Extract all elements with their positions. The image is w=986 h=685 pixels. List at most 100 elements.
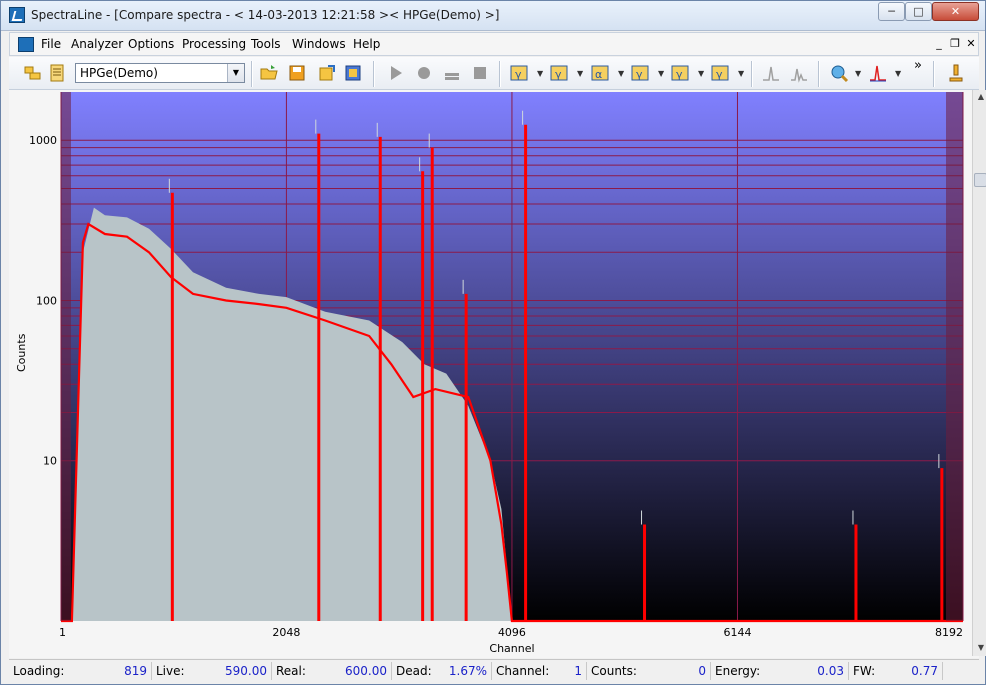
status-loading-value: 819 [124, 664, 147, 678]
menu-processing[interactable]: Processing [182, 37, 246, 51]
chevron-down-icon[interactable]: ▼ [618, 69, 624, 78]
chevron-down-icon[interactable]: ▼ [227, 64, 244, 82]
window-title: SpectraLine - [Compare spectra - < 14-03… [31, 8, 500, 22]
title-bar[interactable]: SpectraLine - [Compare spectra - < 14-03… [1, 1, 985, 31]
gamma-filter-icon[interactable]: γ [630, 63, 650, 83]
status-energy-value: 0.03 [817, 664, 844, 678]
analyzer-select-value: HPGe(Demo) [80, 66, 158, 80]
open-file-icon[interactable] [259, 63, 279, 83]
menu-help[interactable]: Help [353, 37, 380, 51]
svg-text:γ: γ [636, 68, 643, 81]
status-fw: FW: 0.77 [849, 662, 943, 680]
record-icon[interactable] [414, 63, 434, 83]
alpha-filter-icon[interactable]: α [590, 63, 610, 83]
toolbar-overflow[interactable]: » [914, 58, 922, 73]
mdi-restore-button[interactable]: ❐ [948, 37, 962, 51]
roi-left-shade [61, 92, 71, 621]
scroll-down-arrow-icon[interactable]: ▼ [975, 643, 986, 652]
menu-bar: File Analyzer Options Processing Tools W… [9, 32, 979, 56]
chevron-down-icon[interactable]: ▼ [855, 69, 861, 78]
toolbar-separator [251, 61, 253, 87]
play-icon[interactable] [386, 63, 406, 83]
toolbar-separator [751, 61, 753, 87]
svg-text:γ: γ [515, 68, 522, 81]
mdi-close-button[interactable]: ✕ [964, 37, 978, 51]
menu-options[interactable]: Options [128, 37, 174, 51]
scroll-up-arrow-icon[interactable]: ▲ [975, 92, 986, 101]
mdi-minimize-button[interactable]: _ [932, 37, 946, 51]
toolbar-separator [933, 61, 935, 87]
close-button[interactable]: ✕ [932, 2, 979, 21]
y-tick-labels: 10 100 1000 [29, 134, 57, 468]
toolbar-separator [499, 61, 501, 87]
spectrum-chart[interactable]: 1 2048 4096 6144 8192 10 100 1000 Channel [9, 90, 972, 658]
status-energy-label: Energy: [715, 664, 761, 678]
y-axis-label: Counts [15, 333, 28, 372]
chevron-down-icon[interactable]: ▼ [577, 69, 583, 78]
x-tick-2048: 2048 [272, 626, 300, 639]
report-icon[interactable] [343, 63, 363, 83]
spectraline-app-icon [9, 7, 25, 23]
toolbar: HPGe(Demo) ▼ γ ▼ γ ▼ α ▼ γ ▼ γ ▼ γ ▼ ▼ ▼… [9, 57, 979, 90]
status-channel-label: Channel: [496, 664, 550, 678]
status-live: Live: 590.00 [152, 662, 272, 680]
y-tick-10: 10 [43, 455, 57, 468]
chevron-down-icon[interactable]: ▼ [895, 69, 901, 78]
menu-file[interactable]: File [41, 37, 61, 51]
menu-tools[interactable]: Tools [251, 37, 281, 51]
document-icon[interactable] [18, 37, 34, 52]
spectrum-peak-icon[interactable] [868, 63, 888, 83]
status-fw-label: FW: [853, 664, 876, 678]
status-bar: Loading: 819 Live: 590.00 Real: 600.00 D… [9, 659, 979, 681]
gamma-filter-icon[interactable]: γ [509, 63, 529, 83]
svg-text:γ: γ [676, 68, 683, 81]
stop-icon[interactable] [470, 63, 490, 83]
gamma-filter-icon[interactable]: γ [549, 63, 569, 83]
open-folder-icon[interactable] [23, 63, 43, 83]
chevron-down-icon[interactable]: ▼ [658, 69, 664, 78]
app-window: SpectraLine - [Compare spectra - < 14-03… [0, 0, 986, 685]
maximize-button[interactable]: □ [905, 2, 932, 21]
status-loading-label: Loading: [13, 664, 65, 678]
status-real-label: Real: [276, 664, 306, 678]
search-nuclide-icon[interactable] [829, 63, 849, 83]
svg-text:γ: γ [716, 68, 723, 81]
minimize-button[interactable]: ─ [878, 2, 905, 21]
status-dead-label: Dead: [396, 664, 432, 678]
pause-icon[interactable] [442, 63, 462, 83]
scrollbar-thumb[interactable] [974, 173, 986, 187]
svg-text:α: α [595, 68, 602, 81]
x-tick-6144: 6144 [723, 626, 751, 639]
status-live-value: 590.00 [225, 664, 267, 678]
status-dead-value: 1.67% [448, 664, 487, 678]
microscope-icon[interactable] [946, 63, 966, 83]
peak-icon[interactable] [761, 63, 781, 83]
chevron-down-icon[interactable]: ▼ [698, 69, 704, 78]
spectrum-chart-panel[interactable]: 1 2048 4096 6144 8192 10 100 1000 Channel Coun… [9, 90, 986, 658]
toolbar-separator [818, 61, 820, 87]
x-tick-4096: 4096 [498, 626, 526, 639]
gamma-filter-icon[interactable]: γ [670, 63, 690, 83]
save-icon[interactable] [287, 63, 307, 83]
status-loading: Loading: 819 [9, 662, 152, 680]
gamma-filter-icon[interactable]: γ [710, 63, 730, 83]
y-tick-100: 100 [36, 294, 57, 307]
status-counts: Counts: 0 [587, 662, 711, 680]
chevron-down-icon[interactable]: ▼ [738, 69, 744, 78]
menu-analyzer[interactable]: Analyzer [71, 37, 123, 51]
peak-compare-icon[interactable] [789, 63, 809, 83]
spectrum-list-icon[interactable] [47, 63, 67, 83]
roi-right-shade [946, 92, 963, 621]
chevron-down-icon[interactable]: ▼ [537, 69, 543, 78]
status-channel-value: 1 [574, 664, 582, 678]
y-tick-1000: 1000 [29, 134, 57, 147]
status-real-value: 600.00 [345, 664, 387, 678]
vertical-scrollbar[interactable]: ▲ ▼ [972, 90, 986, 656]
svg-text:γ: γ [555, 68, 562, 81]
analyzer-select[interactable]: HPGe(Demo) ▼ [75, 63, 245, 83]
status-energy: Energy: 0.03 [711, 662, 849, 680]
status-counts-label: Counts: [591, 664, 637, 678]
x-axis-label: Channel [489, 642, 534, 655]
export-icon[interactable] [317, 63, 337, 83]
menu-windows[interactable]: Windows [292, 37, 346, 51]
